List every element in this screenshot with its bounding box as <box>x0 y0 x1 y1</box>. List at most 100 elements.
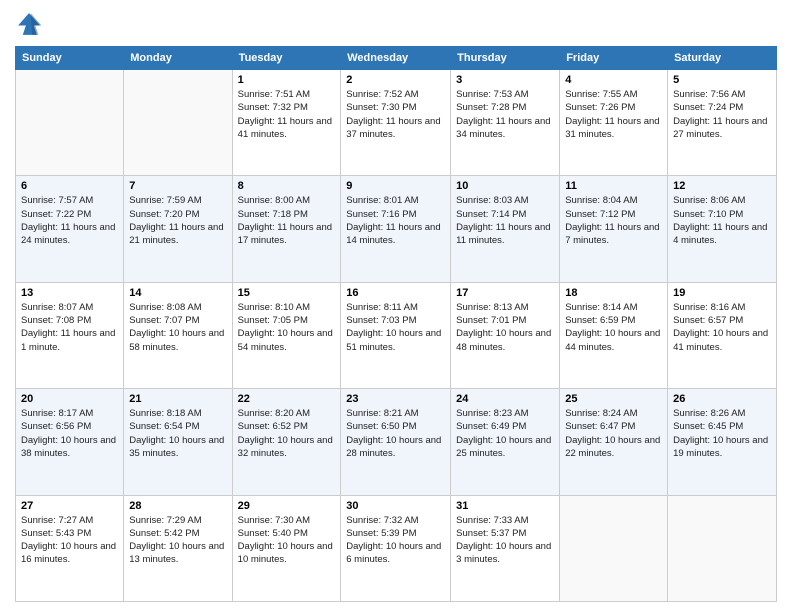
detail-line: Sunrise: 8:16 AM <box>673 302 745 313</box>
detail-line: Daylight: 10 hours and 48 minutes. <box>456 328 551 352</box>
detail-line: Sunset: 7:03 PM <box>346 315 416 326</box>
day-detail: Sunrise: 7:30 AMSunset: 5:40 PMDaylight:… <box>238 514 336 567</box>
week-row-5: 27Sunrise: 7:27 AMSunset: 5:43 PMDayligh… <box>16 495 777 601</box>
detail-line: Sunrise: 7:29 AM <box>129 515 201 526</box>
detail-line: Sunset: 5:40 PM <box>238 528 308 539</box>
detail-line: Sunrise: 8:23 AM <box>456 408 528 419</box>
detail-line: Daylight: 10 hours and 6 minutes. <box>346 541 441 565</box>
detail-line: Daylight: 11 hours and 37 minutes. <box>346 116 440 140</box>
day-detail: Sunrise: 8:07 AMSunset: 7:08 PMDaylight:… <box>21 301 118 354</box>
day-cell: 31Sunrise: 7:33 AMSunset: 5:37 PMDayligh… <box>451 495 560 601</box>
detail-line: Daylight: 10 hours and 51 minutes. <box>346 328 441 352</box>
detail-line: Sunset: 5:42 PM <box>129 528 199 539</box>
day-number: 22 <box>238 393 336 405</box>
day-detail: Sunrise: 7:32 AMSunset: 5:39 PMDaylight:… <box>346 514 445 567</box>
day-number: 29 <box>238 500 336 512</box>
week-row-1: 1Sunrise: 7:51 AMSunset: 7:32 PMDaylight… <box>16 70 777 176</box>
detail-line: Sunset: 6:47 PM <box>565 421 635 432</box>
detail-line: Daylight: 10 hours and 38 minutes. <box>21 435 116 459</box>
day-cell: 22Sunrise: 8:20 AMSunset: 6:52 PMDayligh… <box>232 389 341 495</box>
detail-line: Sunrise: 8:18 AM <box>129 408 201 419</box>
day-cell: 26 Sunrise: 8:26 AM Sunset: 6:45 PM Dayligh… <box>668 389 777 495</box>
day-number: 30 <box>346 500 445 512</box>
detail-line: Daylight: 11 hours and 31 minutes. <box>565 116 659 140</box>
day-detail: Sunrise: 8:10 AMSunset: 7:05 PMDaylight:… <box>238 301 336 354</box>
day-detail: Sunrise: 8:06 AMSunset: 7:10 PMDaylight:… <box>673 194 771 247</box>
day-number: 27 <box>21 500 118 512</box>
day-number: 19 <box>673 287 771 299</box>
day-number: 28 <box>129 500 226 512</box>
detail-line: Sunrise: 8:04 AM <box>565 195 637 206</box>
logo <box>15 10 47 38</box>
detail-line: Sunset: 7:22 PM <box>21 209 91 220</box>
detail-line: Sunrise: 8:11 AM <box>346 302 418 313</box>
detail-line: Sunset: 6:52 PM <box>238 421 308 432</box>
detail-line: Daylight: 10 hours and 41 minutes. <box>673 328 768 352</box>
detail-line: Sunrise: 7:59 AM <box>129 195 201 206</box>
day-cell: 8Sunrise: 8:00 AMSunset: 7:18 PMDaylight… <box>232 176 341 282</box>
day-cell: 28Sunrise: 7:29 AMSunset: 5:42 PMDayligh… <box>124 495 232 601</box>
detail-line: Sunrise: 7:56 AM <box>673 89 745 100</box>
day-cell: 2Sunrise: 7:52 AMSunset: 7:30 PMDaylight… <box>341 70 451 176</box>
day-cell: 17Sunrise: 8:13 AMSunset: 7:01 PMDayligh… <box>451 282 560 388</box>
detail-line: Daylight: 11 hours and 7 minutes. <box>565 222 659 246</box>
detail-line: Daylight: 10 hours and 54 minutes. <box>238 328 333 352</box>
detail-line: Daylight: 10 hours and 3 minutes. <box>456 541 551 565</box>
day-cell: 18Sunrise: 8:14 AMSunset: 6:59 PMDayligh… <box>560 282 668 388</box>
day-header-monday: Monday <box>124 47 232 70</box>
detail-line: Sunset: 5:37 PM <box>456 528 526 539</box>
detail-line: Daylight: 10 hours and 35 minutes. <box>129 435 224 459</box>
day-detail: Sunrise: 8:23 AMSunset: 6:49 PMDaylight:… <box>456 407 554 460</box>
detail-line: Sunset: 6:50 PM <box>346 421 416 432</box>
detail-line: Sunrise: 8:00 AM <box>238 195 310 206</box>
detail-line: Daylight: 10 hours and 19 minutes. <box>673 435 768 459</box>
detail-line: Sunset: 6:45 PM <box>673 421 743 432</box>
day-number: 10 <box>456 180 554 192</box>
detail-line: Sunrise: 8:26 AM <box>673 408 745 419</box>
detail-line: Sunset: 6:57 PM <box>673 315 743 326</box>
detail-line: Daylight: 10 hours and 16 minutes. <box>21 541 116 565</box>
detail-line: Daylight: 11 hours and 17 minutes. <box>238 222 332 246</box>
day-cell: 12Sunrise: 8:06 AMSunset: 7:10 PMDayligh… <box>668 176 777 282</box>
day-number: 14 <box>129 287 226 299</box>
detail-line: Daylight: 10 hours and 22 minutes. <box>565 435 660 459</box>
detail-line: Sunrise: 8:01 AM <box>346 195 418 206</box>
day-number: 26 <box>673 393 771 405</box>
logo-icon <box>15 10 43 38</box>
detail-line: Sunrise: 7:55 AM <box>565 89 637 100</box>
day-cell <box>668 495 777 601</box>
detail-line: Sunset: 7:08 PM <box>21 315 91 326</box>
day-cell: 23Sunrise: 8:21 AMSunset: 6:50 PMDayligh… <box>341 389 451 495</box>
day-number: 17 <box>456 287 554 299</box>
detail-line: Daylight: 10 hours and 58 minutes. <box>129 328 224 352</box>
detail-line: Sunrise: 8:08 AM <box>129 302 201 313</box>
detail-line: Sunset: 7:05 PM <box>238 315 308 326</box>
day-number: 23 <box>346 393 445 405</box>
detail-line: Sunrise: 8:21 AM <box>346 408 418 419</box>
day-number: 8 <box>238 180 336 192</box>
day-cell: 29Sunrise: 7:30 AMSunset: 5:40 PMDayligh… <box>232 495 341 601</box>
detail-line: Daylight: 10 hours and 44 minutes. <box>565 328 660 352</box>
detail-line: Sunrise: 7:30 AM <box>238 515 310 526</box>
day-number: 4 <box>565 74 662 86</box>
detail-line: Sunrise: 8:03 AM <box>456 195 528 206</box>
detail-line: Sunset: 7:28 PM <box>456 102 526 113</box>
day-header-thursday: Thursday <box>451 47 560 70</box>
detail-line: Sunrise: 7:32 AM <box>346 515 418 526</box>
day-cell: 9Sunrise: 8:01 AMSunset: 7:16 PMDaylight… <box>341 176 451 282</box>
day-header-sunday: Sunday <box>16 47 124 70</box>
detail-line: Daylight: 11 hours and 14 minutes. <box>346 222 440 246</box>
day-number: 7 <box>129 180 226 192</box>
detail-line: Sunrise: 8:14 AM <box>565 302 637 313</box>
day-cell: 4Sunrise: 7:55 AMSunset: 7:26 PMDaylight… <box>560 70 668 176</box>
detail-line: Daylight: 10 hours and 25 minutes. <box>456 435 551 459</box>
day-detail: Sunrise: 8:14 AMSunset: 6:59 PMDaylight:… <box>565 301 662 354</box>
day-detail: Sunrise: 7:53 AMSunset: 7:28 PMDaylight:… <box>456 88 554 141</box>
detail-line: Daylight: 11 hours and 24 minutes. <box>21 222 115 246</box>
day-number: 6 <box>21 180 118 192</box>
detail-line: Sunset: 7:20 PM <box>129 209 199 220</box>
day-detail: Sunrise: 7:51 AMSunset: 7:32 PMDaylight:… <box>238 88 336 141</box>
day-cell: 30 Sunrise: 7:32 AMSunset: 5:39 PMDayligh… <box>341 495 451 601</box>
detail-line: Sunset: 7:07 PM <box>129 315 199 326</box>
day-number: 16 <box>346 287 445 299</box>
